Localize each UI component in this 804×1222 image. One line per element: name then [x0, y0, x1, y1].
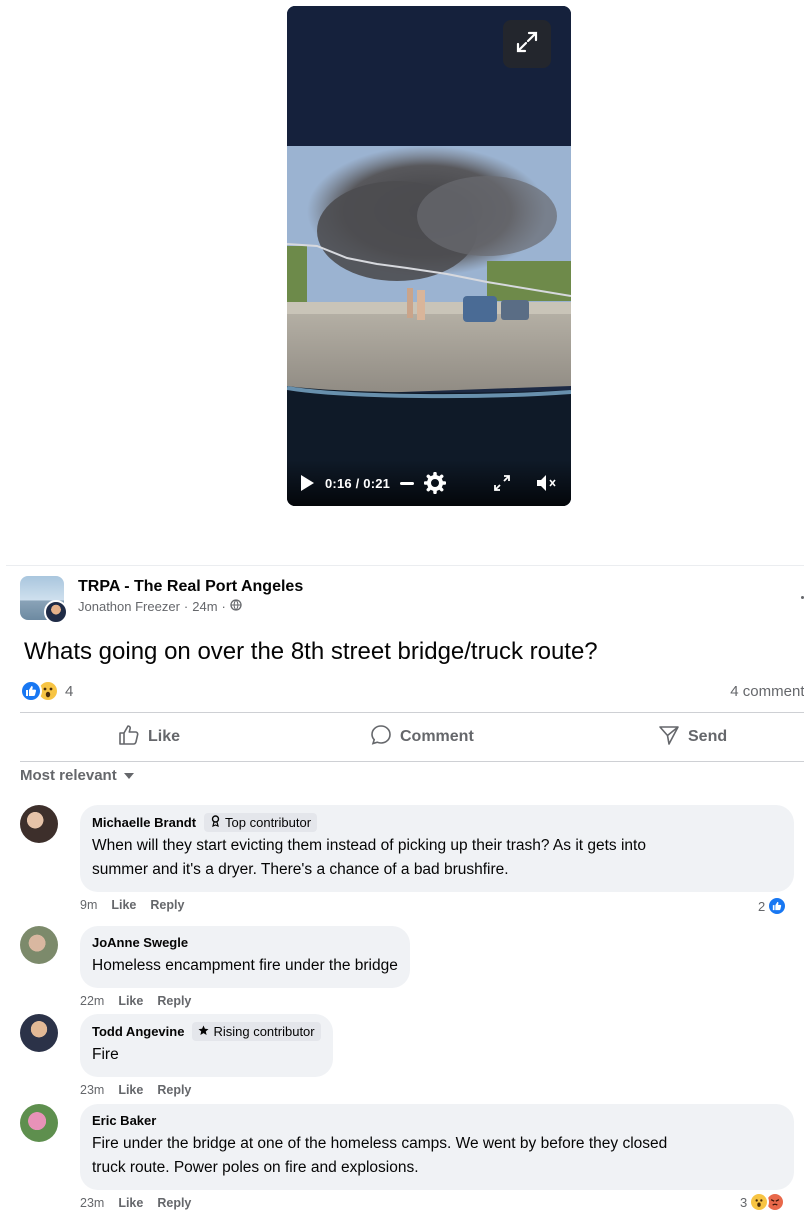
comment-item: JoAnne Swegle Homeless encampment fire u… [20, 926, 410, 1008]
comment-actions: 23m Like Reply [80, 1196, 794, 1210]
comment-sort-dropdown[interactable]: Most relevant [20, 767, 135, 784]
settings-gear-icon[interactable] [424, 472, 447, 494]
thumbs-up-icon [118, 724, 140, 751]
star-icon [198, 1023, 209, 1040]
comment-reply-button[interactable]: Reply [150, 898, 184, 912]
comment-text: Fire [92, 1046, 119, 1063]
send-label: Send [688, 728, 728, 745]
comment-actions: 22m Like Reply [80, 994, 410, 1008]
pip-expand-icon[interactable] [493, 474, 511, 492]
comment-reply-button[interactable]: Reply [157, 994, 191, 1008]
comment-bubble: JoAnne Swegle Homeless encampment fire u… [80, 926, 410, 988]
comment-item: Eric Baker Fire under the bridge at one … [20, 1104, 794, 1210]
wow-reaction-icon [749, 1192, 770, 1212]
comment-time[interactable]: 9m [80, 898, 97, 912]
group-name-link[interactable]: TRPA - The Real Port Angeles [78, 576, 303, 598]
like-label: Like [148, 728, 181, 745]
comment-item: Michaelle Brandt Top contributor When wi… [20, 805, 794, 912]
comment-reaction-count: 3 [740, 1194, 748, 1210]
comment-text: Homeless encampment fire under the bridg… [92, 957, 398, 974]
comment-actions: 23m Like Reply [80, 1083, 333, 1097]
top-contributor-badge: Top contributor [204, 813, 318, 832]
comment-label: Comment [400, 728, 474, 745]
comment-time[interactable]: 23m [80, 1196, 104, 1210]
action-divider-top [20, 712, 804, 713]
comment-count-link[interactable]: 4 comments [730, 683, 804, 700]
comment-bubble: Michaelle Brandt Top contributor When wi… [80, 805, 794, 892]
like-reaction-icon [767, 896, 788, 916]
sort-label: Most relevant [20, 767, 117, 784]
comment-like-button[interactable]: Like [111, 898, 136, 912]
comment-time[interactable]: 22m [80, 994, 104, 1008]
comment-bubble: Eric Baker Fire under the bridge at one … [80, 1104, 794, 1190]
video-timestamp: 0:16 / 0:21 [325, 475, 391, 491]
post-text: Whats going on over the 8th street bridg… [24, 638, 598, 665]
commenter-name[interactable]: JoAnne Swegle [92, 934, 188, 952]
post-header: TRPA - The Real Port Angeles Jonathon Fr… [20, 576, 303, 624]
video-player[interactable]: 0:16 / 0:21 [287, 6, 571, 506]
commenter-avatar[interactable] [20, 926, 58, 964]
expand-icon [514, 29, 540, 60]
comment-like-button[interactable]: Like [118, 1083, 143, 1097]
commenter-avatar[interactable] [20, 1014, 58, 1052]
comment-reply-button[interactable]: Reply [157, 1083, 191, 1097]
comment-item: Todd Angevine Rising contributor Fire 23… [20, 1014, 333, 1097]
comment-text: When will they start evicting them inste… [92, 837, 646, 878]
reactions-summary: 4 4 comments [20, 679, 804, 703]
trophy-icon [210, 814, 221, 831]
globe-icon [230, 598, 242, 616]
comment-bubble: Todd Angevine Rising contributor Fire [80, 1014, 333, 1077]
post-time[interactable]: 24m [192, 598, 217, 616]
send-button[interactable]: Send [658, 714, 727, 760]
comment-like-button[interactable]: Like [118, 994, 143, 1008]
muted-speaker-icon[interactable] [535, 473, 559, 493]
commenter-name[interactable]: Michaelle Brandt [92, 814, 196, 832]
play-icon[interactable] [299, 474, 315, 492]
comment-reaction-count: 2 [758, 898, 766, 914]
reaction-count[interactable]: 4 [65, 683, 73, 700]
group-avatar[interactable] [20, 576, 68, 624]
author-name-link[interactable]: Jonathon Freezer [78, 598, 180, 616]
like-reaction-icon [20, 680, 42, 702]
reaction-icons[interactable] [20, 680, 59, 702]
caret-down-icon [123, 767, 135, 784]
video-controls: 0:16 / 0:21 [287, 460, 571, 506]
commenter-avatar[interactable] [20, 1104, 58, 1142]
comment-like-button[interactable]: Like [118, 1196, 143, 1210]
comment-bubble-icon [370, 724, 392, 751]
author-avatar[interactable] [44, 600, 68, 624]
post-subline: Jonathon Freezer · 24m · [78, 598, 303, 616]
comment-reaction-summary[interactable]: 2 [758, 896, 788, 916]
fullscreen-expand-button[interactable] [503, 20, 551, 68]
comment-text: Fire under the bridge at one of the home… [92, 1135, 668, 1176]
comment-time[interactable]: 23m [80, 1083, 104, 1097]
action-divider-bottom [20, 761, 804, 762]
send-icon [658, 724, 680, 751]
commenter-avatar[interactable] [20, 805, 58, 843]
badge-label: Top contributor [225, 815, 312, 830]
section-divider [6, 565, 804, 566]
comment-button[interactable]: Comment [370, 714, 474, 760]
comment-reaction-summary[interactable]: 3 [740, 1192, 786, 1212]
progress-indicator[interactable] [400, 481, 415, 485]
commenter-name[interactable]: Eric Baker [92, 1112, 156, 1130]
badge-label: Rising contributor [213, 1024, 315, 1039]
comment-actions: 9m Like Reply [80, 898, 794, 912]
video-frame [287, 6, 571, 506]
commenter-name[interactable]: Todd Angevine [92, 1023, 184, 1041]
rising-contributor-badge: Rising contributor [192, 1022, 321, 1041]
comment-reply-button[interactable]: Reply [157, 1196, 191, 1210]
post-action-bar: Like Comment Send [20, 714, 804, 760]
like-button[interactable]: Like [118, 714, 180, 760]
